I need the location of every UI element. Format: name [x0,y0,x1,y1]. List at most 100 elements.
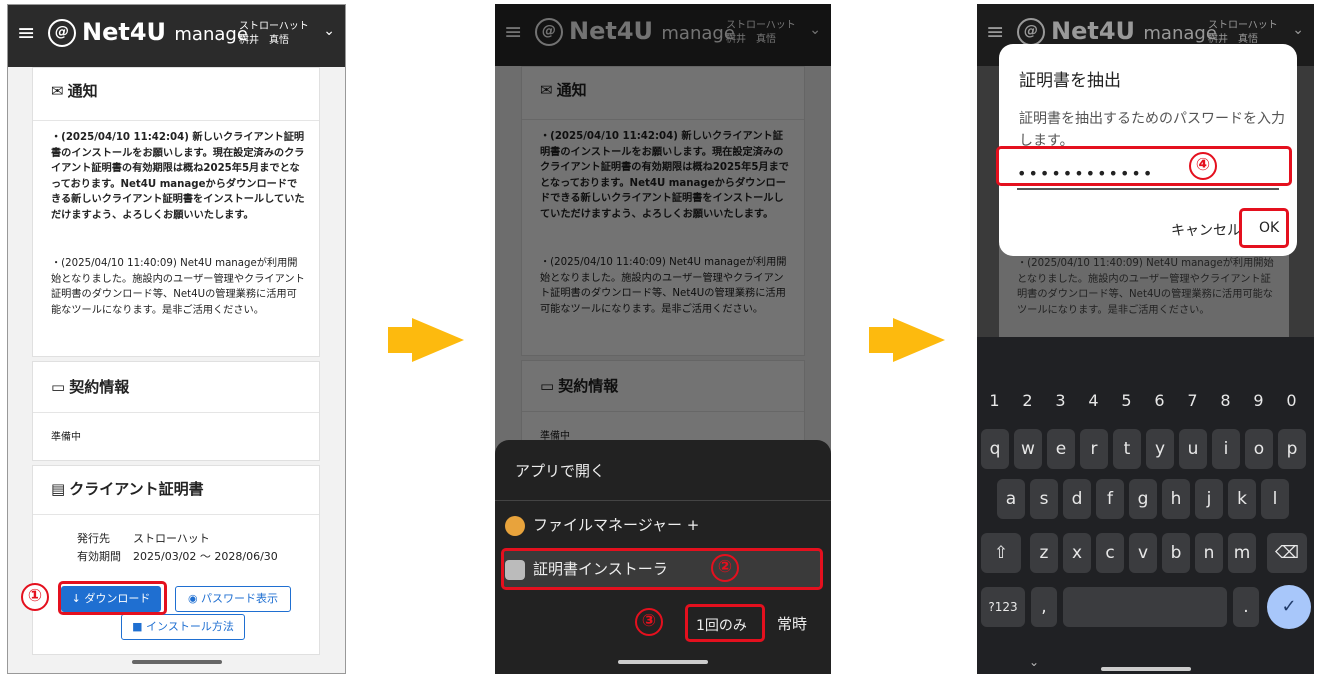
key[interactable]: 4 [1078,386,1109,416]
shift-icon[interactable]: ⇧ [981,533,1021,573]
key[interactable]: 8 [1210,386,1241,416]
cert-card: ▤ クライアント証明書 発行先 ストローハット 有効期間 2025/03/02 〜 2… [32,465,320,655]
key[interactable]: m [1228,533,1256,573]
screen-step2: ≡ @ Net4U manage ストローハット桝井 真悟 ⌄ ✉通知 ・(20… [495,4,831,674]
contract-status: 準備中 [51,432,81,443]
net4u-logo-icon: @ [1017,18,1045,46]
key[interactable]: a [997,479,1025,519]
key[interactable]: u [1179,429,1207,469]
arrow-shaft [869,327,895,353]
notice-item: ・(2025/04/10 11:40:09) Net4U manageが利用開始… [51,258,305,316]
cert-period: 有効期間 2025/03/02 〜 2028/06/30 [77,550,278,563]
hamburger-menu-icon[interactable]: ≡ [986,22,1004,44]
comma-key[interactable]: , [1031,587,1057,627]
key[interactable]: n [1195,533,1223,573]
home-indicator [1100,667,1191,671]
app-file-manager[interactable]: ファイルマネージャー + [505,514,699,536]
open-with-sheet: アプリで開く ファイルマネージャー + 証明書インストーラ ② ③ 1回のみ 常… [495,440,831,674]
key[interactable]: z [1030,533,1058,573]
key[interactable]: i [1212,429,1240,469]
key[interactable]: t [1113,429,1141,469]
space-key[interactable] [1063,587,1227,627]
key[interactable]: c [1096,533,1124,573]
key[interactable]: e [1047,429,1075,469]
cert-title: ▤ クライアント証明書 [51,480,204,498]
app-header: ≡ @ Net4U manage ストローハット桝井 真悟 ⌄ [8,5,345,67]
file-manager-icon [505,515,525,536]
install-guide-button[interactable]: ■ インストール方法 [121,614,245,640]
chevron-down-icon[interactable]: ⌄ [323,23,335,39]
key[interactable]: 2 [1012,386,1043,416]
key[interactable]: j [1195,479,1223,519]
symbols-key[interactable]: ?123 [981,587,1025,627]
step-3-badge: ③ [635,608,663,636]
arrow-right-icon [412,318,464,362]
key[interactable]: p [1278,429,1306,469]
certificate-icon: ▤ [51,480,66,498]
key[interactable]: r [1080,429,1108,469]
key[interactable]: 3 [1045,386,1076,416]
key[interactable]: 1 [979,386,1010,416]
key[interactable]: o [1245,429,1273,469]
hide-keyboard-chevron-icon[interactable]: ⌄ [1029,655,1039,669]
chevron-down-icon[interactable]: ⌄ [1292,22,1304,38]
screen-step1: ≡ @ Net4U manage ストローハット 桝井 真悟 ⌄ ✉ 通知 ・(20… [7,4,346,674]
document-icon: ■ [132,620,147,633]
enter-check-icon[interactable]: ✓ [1267,585,1311,629]
key[interactable]: h [1162,479,1190,519]
key[interactable]: b [1162,533,1190,573]
sheet-title: アプリで開く [515,462,606,480]
key[interactable]: g [1129,479,1157,519]
contract-title: ▭契約情報 [51,378,130,396]
key[interactable]: q [981,429,1009,469]
highlight-password [996,146,1292,186]
step-1-badge: ① [21,583,49,611]
key[interactable]: s [1030,479,1058,519]
arrow-shaft [388,327,414,353]
hamburger-menu-icon[interactable]: ≡ [17,23,35,45]
always-button[interactable]: 常時 [777,613,807,634]
notice-item: ・(2025/04/10 11:42:04) 新しいクライアント証明書のインスト… [51,132,305,221]
brand: Net4U manage [82,18,248,46]
home-indicator [618,660,708,664]
key[interactable]: w [1014,429,1042,469]
cert-issuer: 発行先 ストローハット [77,532,210,545]
mail-icon: ✉ [51,82,64,100]
key[interactable]: v [1129,533,1157,573]
key[interactable]: x [1063,533,1091,573]
eye-icon: ◉ [187,592,202,605]
key[interactable]: k [1228,479,1256,519]
contract-card: ▭契約情報 準備中 [32,361,320,461]
notice-title: ✉通知 [51,82,98,100]
user-info[interactable]: ストローハット桝井 真悟 [239,20,309,48]
highlight-once [685,604,765,642]
key[interactable]: l [1261,479,1289,519]
highlight-download [58,581,167,615]
key[interactable]: 5 [1111,386,1142,416]
notice-item: ・(2025/04/10 11:40:09) Net4U manageが利用開始… [1017,258,1274,316]
user-info[interactable]: ストローハット桝井 真悟 [1208,19,1278,47]
key[interactable]: 9 [1243,386,1274,416]
key[interactable]: 7 [1177,386,1208,416]
show-password-button[interactable]: ◉ パスワード表示 [175,586,291,612]
background-card: ・(2025/04/10 11:40:09) Net4U manageが利用開始… [999,244,1289,338]
step-4-badge: ④ [1189,152,1217,180]
extract-cert-dialog: 証明書を抽出 証明書を抽出するためのパスワードを入力します。 •••••••••… [996,44,1297,256]
key[interactable]: 0 [1276,386,1307,416]
card-icon: ▭ [51,378,66,396]
soft-keyboard: 1 2 3 4 5 6 7 8 9 0 q w e r t y u i o p … [977,337,1314,674]
period-key[interactable]: . [1233,587,1259,627]
key[interactable]: 6 [1144,386,1175,416]
key[interactable]: d [1063,479,1091,519]
brand: Net4U manage [1051,17,1217,45]
key[interactable]: y [1146,429,1174,469]
key[interactable]: f [1096,479,1124,519]
net4u-logo-icon: @ [48,19,76,47]
highlight-ok [1239,208,1289,248]
screen-step3: ≡ @ Net4U manage ストローハット 桝井 真悟 ⌄ ・(2025/0… [977,4,1314,674]
arrow-right-icon [893,318,945,362]
backspace-icon[interactable]: ⌫ [1267,533,1307,573]
cancel-button[interactable]: キャンセル [1171,220,1241,240]
step-2-badge: ② [711,554,739,582]
highlight-cert-installer [501,548,823,590]
